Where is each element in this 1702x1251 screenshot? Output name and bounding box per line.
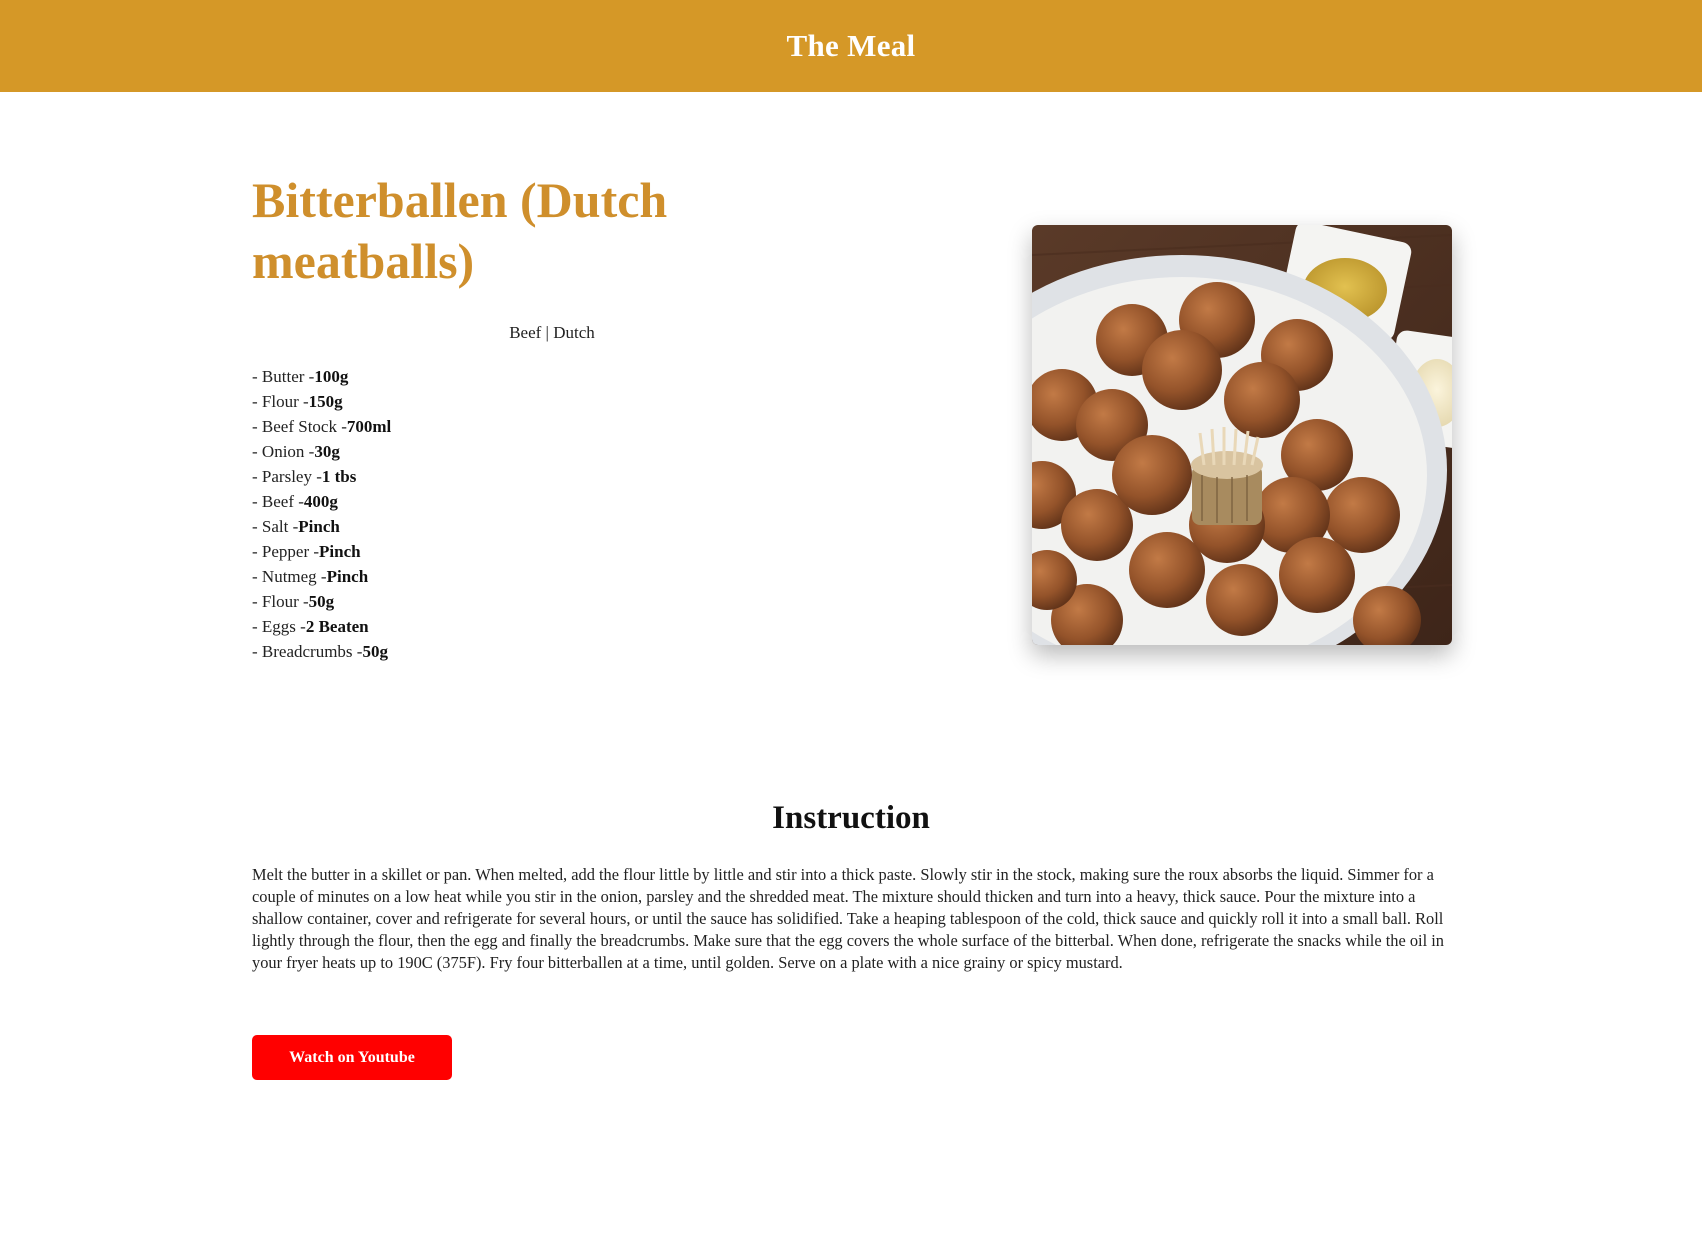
ingredient-item: - Onion -30g	[252, 439, 391, 464]
ingredient-item: - Pepper -Pinch	[252, 539, 391, 564]
instruction-heading: Instruction	[772, 800, 930, 836]
ingredient-name: - Nutmeg -	[252, 567, 327, 586]
instruction-text: Melt the butter in a skillet or pan. Whe…	[252, 865, 1444, 972]
ingredient-name: - Parsley -	[252, 467, 322, 486]
ingredient-measure: Pinch	[298, 517, 340, 536]
ingredient-name: - Flour -	[252, 392, 309, 411]
ingredient-item: - Flour -150g	[252, 389, 391, 414]
ingredient-name: - Pepper -	[252, 542, 320, 561]
ingredient-measure: 400g	[303, 492, 338, 511]
ingredient-name: - Eggs -	[252, 617, 306, 636]
ingredient-item: - Salt -Pinch	[252, 514, 391, 539]
ingredient-name: - Flour -	[252, 592, 309, 611]
recipe-tags: Beef | Dutch	[509, 323, 595, 342]
ingredient-measure: 150g	[308, 392, 343, 411]
ingredient-name: - Onion -	[252, 442, 315, 461]
ingredient-list: - Butter -100g - Flour -150g - Beef Stoc…	[252, 364, 391, 664]
meal-photo	[1032, 225, 1452, 645]
site-title: The Meal	[786, 28, 916, 63]
ingredient-measure: 1 tbs	[321, 467, 357, 486]
ingredient-measure: 50g	[308, 592, 335, 611]
ingredient-name: - Butter -	[252, 367, 315, 386]
ingredient-measure: Pinch	[326, 567, 369, 586]
ingredient-item: - Beef -400g	[252, 489, 391, 514]
meal-photo-illustration	[1032, 225, 1452, 645]
site-header: The Meal	[0, 0, 1702, 92]
ingredient-measure: 700ml	[346, 417, 392, 436]
recipe-title: Bitterballen (Dutch meatballs)	[252, 172, 668, 289]
ingredient-measure: 100g	[314, 367, 349, 386]
ingredient-measure: 30g	[314, 442, 340, 461]
ingredient-name: - Beef -	[252, 492, 304, 511]
ingredient-item: - Nutmeg -Pinch	[252, 564, 391, 589]
ingredient-item: - Beef Stock -700ml	[252, 414, 391, 439]
ingredient-measure: 2 Beaten	[305, 617, 369, 636]
ingredient-measure: Pinch	[319, 542, 361, 561]
ingredient-item: - Flour -50g	[252, 589, 391, 614]
ingredient-item: - Eggs -2 Beaten	[252, 614, 391, 639]
ingredient-name: - Beef Stock -	[252, 417, 347, 436]
ingredient-measure: 50g	[362, 642, 388, 661]
ingredient-item: - Breadcrumbs -50g	[252, 639, 391, 664]
ingredient-item: - Parsley -1 tbs	[252, 464, 391, 489]
watch-on-youtube-button[interactable]: Watch on Youtube	[252, 1035, 452, 1080]
ingredient-name: - Salt -	[252, 517, 299, 536]
ingredient-item: - Butter -100g	[252, 364, 391, 389]
ingredient-name: - Breadcrumbs -	[252, 642, 363, 661]
